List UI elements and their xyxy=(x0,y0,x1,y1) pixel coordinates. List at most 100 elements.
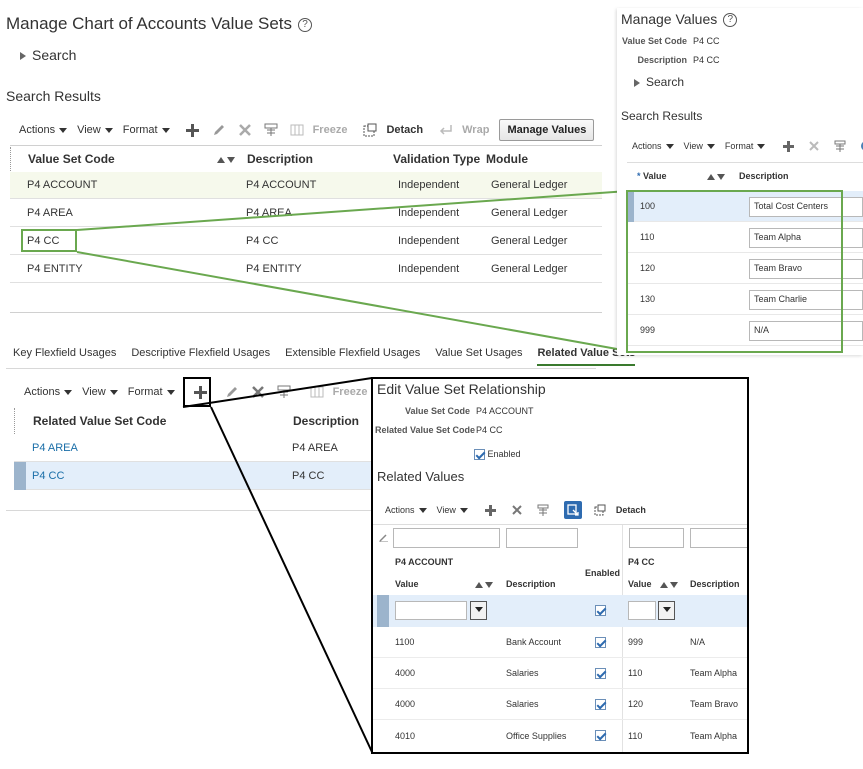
dropdown-button[interactable] xyxy=(470,601,487,620)
enabled-checkbox[interactable] xyxy=(595,668,606,679)
view-menu[interactable]: View xyxy=(77,124,113,136)
column-description[interactable]: Description xyxy=(241,152,393,166)
edit-pencil-icon[interactable] xyxy=(211,122,227,138)
actions-menu[interactable]: Actions xyxy=(385,505,427,515)
enabled-checkbox[interactable] xyxy=(595,730,606,741)
column-value-2[interactable]: Value xyxy=(628,579,652,589)
wrap-label[interactable]: Wrap xyxy=(462,124,489,136)
tab-value-set-usages[interactable]: Value Set Usages xyxy=(435,347,522,366)
delete-x-icon[interactable] xyxy=(250,384,266,400)
column-description-1[interactable]: Description xyxy=(506,579,556,589)
view-menu[interactable]: View xyxy=(82,386,118,398)
column-value-set-code[interactable]: Value Set Code xyxy=(11,152,191,166)
detach-label[interactable]: Detach xyxy=(386,124,423,136)
search-label: Search xyxy=(646,75,685,89)
refresh-icon[interactable] xyxy=(858,138,863,154)
tab-extensible-flexfield-usages[interactable]: Extensible Flexfield Usages xyxy=(285,347,420,366)
freeze-label[interactable]: Freeze xyxy=(333,386,368,398)
value-select-1[interactable] xyxy=(395,601,467,620)
row-value-1: 1100 xyxy=(395,637,415,647)
value-select-2[interactable] xyxy=(628,601,656,620)
delete-x-icon[interactable] xyxy=(237,122,253,138)
enabled-checkbox[interactable] xyxy=(595,605,606,616)
column-enabled[interactable]: Enabled xyxy=(585,568,620,578)
query-by-example-icon[interactable] xyxy=(535,502,551,518)
enabled-checkbox[interactable] xyxy=(474,449,485,461)
format-menu[interactable]: Format xyxy=(123,124,170,136)
column-related-value-set-code[interactable]: Related Value Set Code xyxy=(15,414,293,428)
filter-description-1[interactable] xyxy=(506,528,578,548)
column-module[interactable]: Module xyxy=(486,152,596,166)
column-description-2[interactable]: Description xyxy=(690,579,740,589)
table-row[interactable]: P4 AREA P4 AREA Independent General Ledg… xyxy=(10,199,602,227)
manage-values-button[interactable]: Manage Values xyxy=(499,119,595,141)
add-icon[interactable] xyxy=(780,138,796,154)
detach-label[interactable]: Detach xyxy=(616,505,646,515)
column-value[interactable]: * Value xyxy=(627,171,707,181)
enabled-checkbox[interactable] xyxy=(595,637,606,648)
filter-value-1[interactable] xyxy=(393,528,500,548)
format-menu[interactable]: Format xyxy=(725,141,766,151)
actions-menu[interactable]: Actions xyxy=(632,141,674,151)
related-code-link[interactable]: P4 CC xyxy=(14,470,292,482)
delete-x-icon[interactable] xyxy=(806,138,822,154)
er-enabled[interactable]: Enabled xyxy=(474,449,521,461)
freeze-label[interactable]: Freeze xyxy=(313,124,348,136)
related-values-title: Related Values xyxy=(377,469,465,484)
tab-key-flexfield-usages[interactable]: Key Flexfield Usages xyxy=(13,347,116,366)
row-description: P4 AREA xyxy=(246,206,292,219)
chevron-down-icon xyxy=(104,127,113,133)
column-description[interactable]: Description xyxy=(739,171,859,181)
freeze-icon[interactable] xyxy=(309,384,325,400)
actions-menu[interactable]: Actions xyxy=(19,124,68,136)
sort-icon[interactable] xyxy=(191,152,241,166)
query-by-example-icon[interactable] xyxy=(832,138,848,154)
manage-values-title: Manage Values? xyxy=(621,11,738,28)
er-row[interactable]: 4000 Salaries 120 Team Bravo xyxy=(373,689,747,720)
er-new-row[interactable] xyxy=(373,595,747,627)
mv-search-disclosure[interactable]: Search xyxy=(634,75,684,89)
table-row[interactable]: P4 ENTITY P4 ENTITY Independent General … xyxy=(10,255,602,283)
tabs-divider xyxy=(6,368,596,369)
wrap-icon[interactable] xyxy=(438,122,454,138)
sort-icon[interactable] xyxy=(707,171,739,181)
er-row[interactable]: 4000 Salaries 110 Team Alpha xyxy=(373,658,747,689)
search-disclosure[interactable]: Search xyxy=(20,47,76,63)
table-row[interactable]: P4 AREA P4 AREA xyxy=(14,434,374,462)
table-row[interactable]: P4 ACCOUNT P4 ACCOUNT Independent Genera… xyxy=(10,172,602,199)
help-icon[interactable]: ? xyxy=(298,17,313,32)
filter-value-2[interactable] xyxy=(629,528,684,548)
view-menu[interactable]: View xyxy=(437,505,468,515)
er-row[interactable]: 4010 Office Supplies 110 Team Alpha xyxy=(373,720,747,751)
related-code-link[interactable]: P4 AREA xyxy=(14,442,292,454)
tab-descriptive-flexfield-usages[interactable]: Descriptive Flexfield Usages xyxy=(131,347,270,366)
detach-icon[interactable] xyxy=(362,122,378,138)
add-icon[interactable] xyxy=(483,502,499,518)
sort-icon[interactable] xyxy=(660,579,678,591)
filter-description-2[interactable] xyxy=(690,528,747,548)
clear-filter-icon[interactable] xyxy=(379,533,388,543)
add-icon[interactable] xyxy=(185,122,201,138)
column-value-1[interactable]: Value xyxy=(395,579,419,589)
sort-icon[interactable] xyxy=(475,579,493,591)
table-row[interactable]: P4 CC P4 CC Independent General Ledger xyxy=(10,227,602,255)
column-description[interactable]: Description xyxy=(293,414,373,428)
column-validation-type[interactable]: Validation Type xyxy=(393,152,486,166)
enabled-checkbox[interactable] xyxy=(595,699,606,710)
export-icon[interactable] xyxy=(563,501,582,519)
query-by-example-icon[interactable] xyxy=(263,122,279,138)
freeze-icon[interactable] xyxy=(289,122,305,138)
view-menu[interactable]: View xyxy=(684,141,715,151)
label: Description xyxy=(637,55,687,65)
delete-x-icon[interactable] xyxy=(509,502,525,518)
detach-icon[interactable] xyxy=(592,502,608,518)
actions-menu[interactable]: Actions xyxy=(24,386,73,398)
dropdown-button[interactable] xyxy=(658,601,675,620)
query-by-example-icon[interactable] xyxy=(276,384,292,400)
edit-pencil-icon[interactable] xyxy=(224,384,240,400)
er-row[interactable]: 1100 Bank Account 999 N/A xyxy=(373,627,747,658)
help-icon[interactable]: ? xyxy=(723,13,738,28)
format-menu[interactable]: Format xyxy=(128,386,175,398)
row-module: General Ledger xyxy=(491,179,568,191)
table-row-selected[interactable]: P4 CC P4 CC xyxy=(14,462,374,490)
